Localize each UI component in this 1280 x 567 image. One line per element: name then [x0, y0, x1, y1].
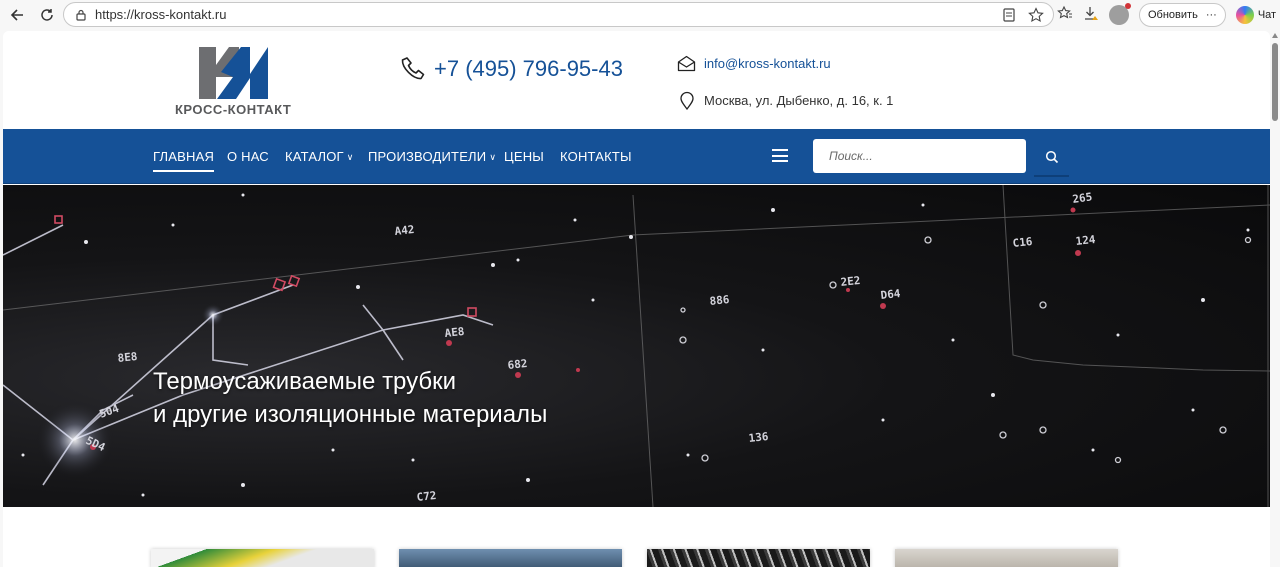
hero-title-line-2: и другие изоляционные материалы	[153, 401, 548, 428]
site-header: КРОСС-КОНТАКТ +7 (495) 796-95-43 info@kr…	[3, 31, 1270, 129]
product-card[interactable]	[151, 549, 374, 567]
address-text: Москва, ул. Дыбенко, д. 16, к. 1	[704, 93, 894, 108]
nav-item-label: О НАС	[227, 149, 269, 164]
phone-icon	[401, 57, 425, 80]
lock-icon	[76, 9, 86, 21]
map-label: 2E2	[840, 274, 861, 289]
nav-item-about[interactable]: О НАС	[227, 149, 269, 164]
chevron-down-icon: ∨	[346, 152, 354, 162]
scrollbar[interactable]	[1270, 31, 1280, 567]
profile-avatar-icon[interactable]	[1109, 3, 1131, 25]
product-cards-section	[3, 507, 1270, 567]
email-link[interactable]: info@kross-kontakt.ru	[704, 56, 831, 71]
product-card[interactable]	[647, 549, 870, 567]
nav-item-home[interactable]: ГЛАВНАЯ	[153, 149, 215, 172]
nav-item-label: ГЛАВНАЯ	[153, 149, 215, 164]
map-label: 136	[748, 430, 769, 445]
map-label: C72	[416, 489, 437, 504]
hero-title-line-1: Термоусаживаемые трубки	[153, 368, 457, 395]
favorite-star-icon[interactable]	[1027, 6, 1045, 24]
nav-item-contacts[interactable]: КОНТАКТЫ	[560, 149, 632, 164]
scrollbar-thumb[interactable]	[1272, 43, 1278, 121]
more-icon[interactable]: ···	[1206, 9, 1217, 21]
nav-item-prices[interactable]: ЦЕНЫ	[504, 149, 544, 164]
logo-text: КРОСС-КОНТАКТ	[175, 102, 292, 117]
search-button[interactable]	[1034, 139, 1069, 177]
map-label: 504	[98, 402, 121, 421]
phone-number[interactable]: +7 (495) 796-95-43	[434, 56, 623, 82]
nav-item-manufacturers[interactable]: ПРОИЗВОДИТЕЛИ ∨	[368, 149, 496, 164]
copilot-icon	[1235, 6, 1254, 24]
reader-mode-icon[interactable]	[1000, 6, 1018, 24]
nav-item-label: ПРОИЗВОДИТЕЛИ	[368, 149, 487, 164]
star-chart-background: A42 265 C16 124 2E2 D64 886 AE8 682 8E8 …	[3, 185, 1270, 507]
search-icon	[1045, 150, 1058, 164]
back-icon[interactable]	[7, 5, 27, 25]
main-navigation: ГЛАВНАЯ О НАС КАТАЛОГ ∨ ПРОИЗВОДИТЕЛИ ∨ ЦЕ…	[3, 129, 1270, 184]
hero-title: Термоусаживаемые трубки и другие изоляци…	[153, 365, 547, 431]
map-label: D64	[880, 287, 901, 302]
address-bar[interactable]: https://kross-kontakt.ru	[63, 2, 1054, 27]
mail-icon	[677, 55, 696, 72]
map-label: 8E8	[117, 350, 138, 365]
location-pin-icon	[680, 91, 694, 110]
update-button-label: Обновить	[1148, 9, 1198, 21]
favorites-icon[interactable]	[1057, 5, 1073, 26]
product-card[interactable]	[399, 549, 622, 567]
nav-item-label: КАТАЛОГ	[285, 149, 344, 164]
search-input[interactable]	[813, 139, 1026, 173]
menu-burger-icon[interactable]	[772, 149, 788, 162]
chevron-down-icon: ∨	[489, 152, 497, 162]
map-label: A42	[394, 223, 415, 238]
downloads-icon[interactable]	[1083, 5, 1099, 26]
nav-item-label: ЦЕНЫ	[504, 149, 544, 164]
web-page: КРОСС-КОНТАКТ +7 (495) 796-95-43 info@kr…	[3, 31, 1270, 567]
hero-banner: A42 265 C16 124 2E2 D64 886 AE8 682 8E8 …	[3, 185, 1270, 507]
update-button[interactable]: Обновить ···	[1139, 3, 1226, 27]
nav-item-label: КОНТАКТЫ	[560, 149, 632, 164]
url-text: https://kross-kontakt.ru	[95, 7, 227, 22]
map-label: C16	[1012, 235, 1033, 250]
map-label: AE8	[444, 325, 465, 340]
map-label: 265	[1072, 190, 1093, 206]
nav-item-catalog[interactable]: КАТАЛОГ ∨	[285, 149, 354, 164]
product-card[interactable]	[895, 549, 1118, 567]
copilot-chat-button[interactable]: Чат	[1235, 6, 1277, 24]
browser-toolbar: https://kross-kontakt.ru Обновить ··· Ча…	[0, 0, 1280, 30]
reload-icon[interactable]	[37, 5, 57, 25]
chat-label: Чат	[1257, 9, 1277, 21]
map-label: 886	[709, 293, 730, 308]
scroll-up-icon[interactable]	[1272, 33, 1278, 38]
map-label: 124	[1075, 233, 1096, 248]
